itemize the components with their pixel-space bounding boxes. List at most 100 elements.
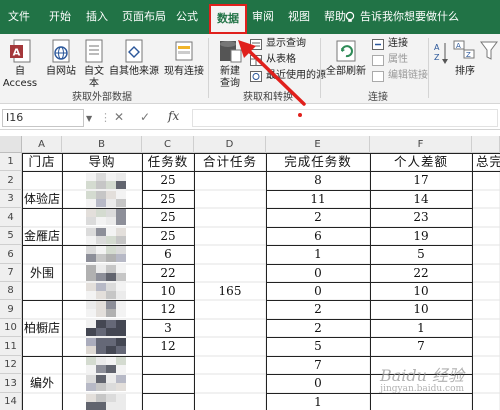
formula-input[interactable] [192, 109, 498, 127]
mosaic-block [106, 401, 116, 410]
sort-button[interactable]: A Z 排序 [452, 38, 478, 78]
store-cell[interactable]: 体验店 [22, 190, 62, 208]
mosaic-block [86, 246, 96, 254]
filter-button[interactable] [480, 38, 498, 66]
drag-handle-icon[interactable]: ⋮ [100, 111, 111, 124]
insert-function-icon[interactable]: fx [168, 109, 179, 123]
mosaic-block [116, 309, 126, 317]
show-queries-button[interactable]: 显示查询 [250, 37, 306, 51]
mosaic-block [96, 191, 106, 199]
sort-ascending-icon: A Z [434, 43, 448, 64]
difference-cell[interactable]: 1 [370, 319, 472, 337]
mosaic-block [116, 235, 126, 244]
svg-text:A: A [13, 48, 21, 59]
properties-button[interactable]: 属性 [372, 53, 408, 67]
difference-cell[interactable]: 10 [370, 300, 472, 319]
tasks-cell[interactable]: 6 [142, 245, 194, 264]
watermark-main: Baidu 经验 [380, 366, 465, 385]
text-file-icon [85, 39, 103, 63]
tab-review[interactable]: 审阅 [250, 8, 276, 26]
completed-cell[interactable]: 0 [266, 282, 370, 300]
from-table-button[interactable]: 从表格 [250, 53, 296, 67]
edit-links-button[interactable]: 编辑链接 [372, 69, 428, 83]
refresh-all-button[interactable]: 全部刷新 [324, 38, 368, 78]
confirm-icon[interactable]: ✓ [140, 110, 150, 124]
show-queries-icon [250, 39, 262, 50]
tab-file[interactable]: 文件 [4, 8, 34, 26]
from-web-button[interactable]: 自网站 [44, 38, 78, 78]
from-text-button[interactable]: 自文本 [80, 38, 108, 90]
from-web-label: 自网站 [46, 66, 76, 77]
tab-view[interactable]: 视图 [284, 8, 314, 26]
mosaic-block [116, 209, 126, 217]
header-cell-difference[interactable]: 个人差额 [370, 153, 472, 171]
mosaic-block [86, 383, 96, 391]
completed-cell[interactable]: 5 [266, 337, 370, 356]
completed-cell[interactable]: 2 [266, 300, 370, 319]
refresh-icon [336, 40, 356, 62]
difference-cell[interactable]: 23 [370, 208, 472, 227]
completed-cell[interactable]: 2 [266, 208, 370, 227]
completed-cell[interactable]: 1 [266, 245, 370, 264]
header-cell-overall[interactable]: 总完 [472, 153, 500, 171]
tab-insert[interactable]: 插入 [82, 8, 112, 26]
difference-cell[interactable]: 14 [370, 190, 472, 208]
difference-cell[interactable]: 10 [370, 282, 472, 300]
new-query-button[interactable]: 新建 查询 [212, 38, 248, 90]
mosaic-block [116, 401, 126, 410]
tasks-cell[interactable]: 3 [142, 319, 194, 337]
name-box[interactable]: I16 [2, 109, 84, 127]
store-cell[interactable]: 柏橱店 [22, 319, 62, 337]
header-cell-total-tasks[interactable]: 合计任务 [194, 153, 266, 171]
completed-cell[interactable]: 7 [266, 356, 370, 374]
tab-formulas[interactable]: 公式 [174, 8, 200, 26]
refresh-all-label: 全部刷新 [326, 66, 366, 77]
tasks-cell[interactable]: 25 [142, 171, 194, 190]
tasks-cell[interactable]: 25 [142, 208, 194, 227]
difference-cell[interactable]: 17 [370, 171, 472, 190]
tell-me-text: 告诉我你想要做什么 [360, 10, 459, 23]
sort-az-button[interactable]: A Z [432, 40, 450, 70]
chevron-down-icon[interactable]: ▼ [86, 114, 92, 123]
mosaic-block [116, 254, 126, 262]
completed-cell[interactable]: 11 [266, 190, 370, 208]
header-cell-completed[interactable]: 完成任务数 [266, 153, 370, 171]
tasks-cell[interactable]: 10 [142, 282, 194, 300]
completed-cell[interactable]: 0 [266, 264, 370, 282]
completed-cell[interactable]: 8 [266, 171, 370, 190]
mosaic-block [86, 191, 96, 199]
difference-cell[interactable]: 22 [370, 264, 472, 282]
store-cell[interactable]: 金雁店 [22, 227, 62, 245]
difference-cell[interactable]: 7 [370, 337, 472, 356]
edit-links-icon [372, 71, 384, 82]
tab-page-layout[interactable]: 页面布局 [118, 8, 170, 26]
from-other-sources-button[interactable]: 自其他来源 [108, 38, 160, 78]
mosaic-block [116, 246, 126, 254]
store-cell[interactable]: 编外 [22, 374, 62, 393]
ribbon: A 自 Access 自网站 自文本 自其他来源 现有连接 获取外部数据 新建 … [0, 34, 500, 104]
header-cell-tasks[interactable]: 任务数 [142, 153, 194, 171]
difference-cell[interactable]: 19 [370, 227, 472, 245]
header-cell-store[interactable]: 门店 [22, 153, 62, 171]
tasks-cell[interactable]: 22 [142, 264, 194, 282]
completed-cell[interactable]: 1 [266, 393, 370, 410]
tasks-cell[interactable]: 25 [142, 227, 194, 245]
header-cell-guide[interactable]: 导购 [62, 153, 142, 171]
cancel-icon[interactable]: ✕ [114, 110, 124, 124]
tab-home[interactable]: 开始 [44, 8, 76, 26]
existing-connections-button[interactable]: 现有连接 [162, 38, 206, 78]
tell-me-box[interactable]: 告诉我你想要做什么 [345, 8, 459, 26]
difference-cell[interactable]: 5 [370, 245, 472, 264]
tasks-cell[interactable]: 12 [142, 337, 194, 356]
completed-cell[interactable]: 2 [266, 319, 370, 337]
store-cell[interactable]: 外围 [22, 264, 62, 282]
completed-cell[interactable]: 6 [266, 227, 370, 245]
tasks-cell[interactable]: 25 [142, 190, 194, 208]
completed-cell[interactable]: 0 [266, 374, 370, 393]
connections-button[interactable]: 连接 [372, 37, 408, 51]
from-access-button[interactable]: A 自 Access [0, 38, 40, 90]
total-tasks-cell[interactable]: 165 [194, 282, 266, 300]
recent-sources-button[interactable]: 最近使用的源 [250, 69, 326, 83]
tab-data[interactable]: 数据 [209, 4, 247, 34]
tasks-cell[interactable]: 12 [142, 300, 194, 319]
